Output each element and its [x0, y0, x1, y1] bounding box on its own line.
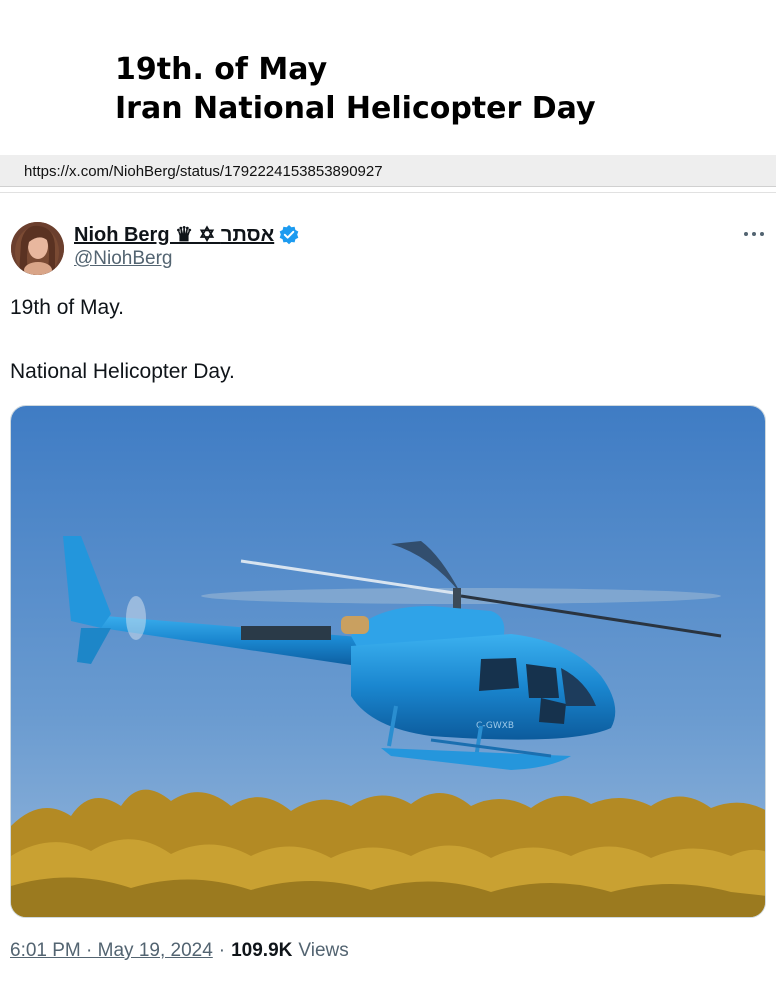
- display-name[interactable]: Nioh Berg ♛ ✡ אסתר: [74, 222, 274, 247]
- views-count: 109.9K: [231, 940, 293, 961]
- verified-badge-icon: [279, 224, 299, 244]
- views-label: Views: [298, 940, 349, 961]
- divider: [0, 192, 776, 193]
- title-line-2: Iran National Helicopter Day: [115, 91, 596, 126]
- avatar-image: [11, 222, 64, 275]
- name-row: Nioh Berg ♛ ✡ אסתר: [74, 222, 300, 247]
- url-text[interactable]: https://x.com/NiohBerg/status/1792224153…: [24, 163, 383, 180]
- helicopter-photo: C-GWXB: [11, 406, 765, 917]
- user-handle[interactable]: @NiohBerg: [74, 248, 173, 270]
- tweet-text-line-1: 19th of May.: [10, 296, 125, 319]
- title-line-1: 19th. of May: [115, 52, 328, 87]
- meta-separator: ·: [218, 940, 226, 961]
- tweet-media[interactable]: C-GWXB: [10, 405, 766, 918]
- url-bar[interactable]: https://x.com/NiohBerg/status/1792224153…: [0, 155, 776, 187]
- tweet-timestamp[interactable]: 6:01 PM · May 19, 2024: [10, 940, 213, 962]
- more-options-icon[interactable]: [742, 226, 766, 242]
- page-title: 19th. of May Iran National Helicopter Da…: [115, 50, 596, 128]
- tweet-meta: 6:01 PM · May 19, 2024 · 109.9K Views: [10, 940, 349, 962]
- tweet-text-line-2: National Helicopter Day.: [10, 360, 235, 383]
- avatar[interactable]: [11, 222, 64, 275]
